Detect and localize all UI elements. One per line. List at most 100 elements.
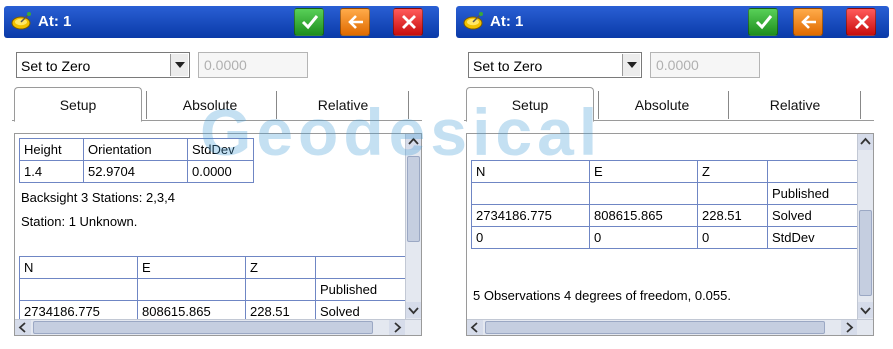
right-panel: At: 1 Set to Zero Setup Absolute Relativ…	[452, 0, 893, 349]
table-header: E	[137, 256, 246, 279]
setup-content: Height Orientation StdDev 1.4 52.9704 0.…	[14, 133, 422, 336]
horizontal-scrollbar[interactable]	[467, 319, 873, 335]
tab-absolute[interactable]: Absolute	[602, 88, 722, 121]
scroll-left-button[interactable]	[467, 320, 483, 335]
table-cell: Published	[315, 278, 406, 301]
scrollbar-thumb[interactable]	[485, 321, 825, 334]
table-header: Height	[19, 138, 84, 161]
arrow-left-icon	[801, 15, 816, 29]
chevron-right-icon	[394, 322, 402, 333]
chevron-down-icon	[408, 307, 419, 315]
tab-divider	[276, 91, 277, 119]
table-header: E	[589, 160, 698, 183]
setup-content: N E Z Published 2734186.775 808615.865 2…	[466, 133, 874, 336]
table-cell	[19, 278, 138, 301]
value-input[interactable]	[198, 52, 308, 78]
tab-divider	[860, 91, 861, 119]
table-header: StdDev	[187, 138, 254, 161]
table-cell: 52.9704	[83, 160, 188, 183]
table-cell	[137, 278, 246, 301]
tab-setup[interactable]: Setup	[466, 87, 594, 122]
table-cell: 0	[697, 226, 768, 249]
table-cell: 1.4	[19, 160, 84, 183]
chevron-up-icon	[408, 137, 419, 145]
close-button[interactable]	[393, 8, 423, 36]
table-cell: 228.51	[697, 204, 768, 227]
title-bar: At: 1	[4, 6, 439, 38]
window-title: At: 1	[490, 13, 524, 30]
setup-table: Height Orientation StdDev 1.4 52.9704 0.…	[19, 138, 254, 183]
scroll-left-button[interactable]	[15, 320, 31, 335]
table-header: N	[471, 160, 590, 183]
mode-select-value: Set to Zero	[473, 58, 543, 74]
table-cell: 0	[471, 226, 590, 249]
tab-divider	[408, 91, 409, 119]
vertical-scrollbar[interactable]	[405, 134, 421, 319]
tab-relative[interactable]: Relative	[732, 88, 858, 121]
scroll-up-button[interactable]	[406, 134, 421, 150]
back-button[interactable]	[340, 8, 370, 36]
scrollbar-thumb[interactable]	[407, 156, 420, 242]
chevron-up-icon	[860, 137, 871, 145]
scroll-right-button[interactable]	[841, 320, 857, 335]
chevron-right-icon	[846, 322, 854, 333]
scroll-down-button[interactable]	[858, 302, 873, 318]
dropdown-button[interactable]	[622, 54, 640, 76]
chevron-down-icon	[175, 62, 185, 68]
scroll-up-button[interactable]	[858, 134, 873, 150]
checkmark-icon	[755, 15, 773, 30]
chevron-left-icon	[470, 322, 478, 333]
coordinate-table: N E Z Published 2734186.775 808615.865 2…	[471, 160, 858, 249]
back-button[interactable]	[793, 8, 823, 36]
table-header: Orientation	[83, 138, 188, 161]
table-header	[767, 160, 858, 183]
scrollbar-thumb[interactable]	[859, 210, 872, 296]
table-cell	[245, 278, 316, 301]
value-input[interactable]	[650, 52, 760, 78]
table-cell	[697, 182, 768, 205]
table-cell: 2734186.775	[471, 204, 590, 227]
mode-select[interactable]: Set to Zero	[16, 52, 190, 78]
ok-button[interactable]	[294, 8, 324, 36]
dropdown-button[interactable]	[170, 54, 188, 76]
coordinate-table: N E Z Published 2734186.775 808615.865 2…	[19, 256, 406, 323]
chevron-down-icon	[627, 62, 637, 68]
scrollbar-thumb[interactable]	[33, 321, 373, 334]
table-cell: Solved	[767, 204, 858, 227]
window-title: At: 1	[38, 13, 72, 30]
vertical-scrollbar[interactable]	[857, 134, 873, 319]
backsight-text: Backsight 3 Stations: 2,3,4	[21, 190, 175, 205]
tab-bar: Setup Absolute Relative	[12, 85, 422, 122]
tab-relative[interactable]: Relative	[280, 88, 406, 121]
tab-bar: Setup Absolute Relative	[464, 85, 874, 122]
table-header: N	[19, 256, 138, 279]
ok-button[interactable]	[748, 8, 778, 36]
table-cell	[589, 182, 698, 205]
mode-select[interactable]: Set to Zero	[468, 52, 642, 78]
table-cell: Published	[767, 182, 858, 205]
tab-absolute[interactable]: Absolute	[150, 88, 270, 121]
control-row: Set to Zero	[464, 48, 774, 80]
table-cell: 0.0000	[187, 160, 254, 183]
table-cell	[471, 182, 590, 205]
satellite-dish-icon	[463, 12, 483, 30]
tab-setup[interactable]: Setup	[14, 87, 142, 122]
table-cell: 808615.865	[589, 204, 698, 227]
summary-text: 5 Observations 4 degrees of freedom, 0.0…	[473, 288, 731, 303]
scroll-down-button[interactable]	[406, 302, 421, 318]
chevron-left-icon	[18, 322, 26, 333]
tab-divider	[598, 91, 599, 119]
satellite-dish-icon	[11, 12, 31, 30]
tab-divider	[728, 91, 729, 119]
horizontal-scrollbar[interactable]	[15, 319, 421, 335]
tab-divider	[146, 91, 147, 119]
table-header: Z	[697, 160, 768, 183]
checkmark-icon	[301, 15, 319, 30]
left-panel: At: 1 Set to Zero Setup Absolute Relativ…	[0, 0, 443, 349]
station-text: Station: 1 Unknown.	[21, 214, 138, 229]
close-button[interactable]	[846, 8, 876, 36]
chevron-down-icon	[860, 307, 871, 315]
title-bar: At: 1	[456, 6, 889, 38]
control-row: Set to Zero	[12, 48, 322, 80]
scroll-right-button[interactable]	[389, 320, 405, 335]
